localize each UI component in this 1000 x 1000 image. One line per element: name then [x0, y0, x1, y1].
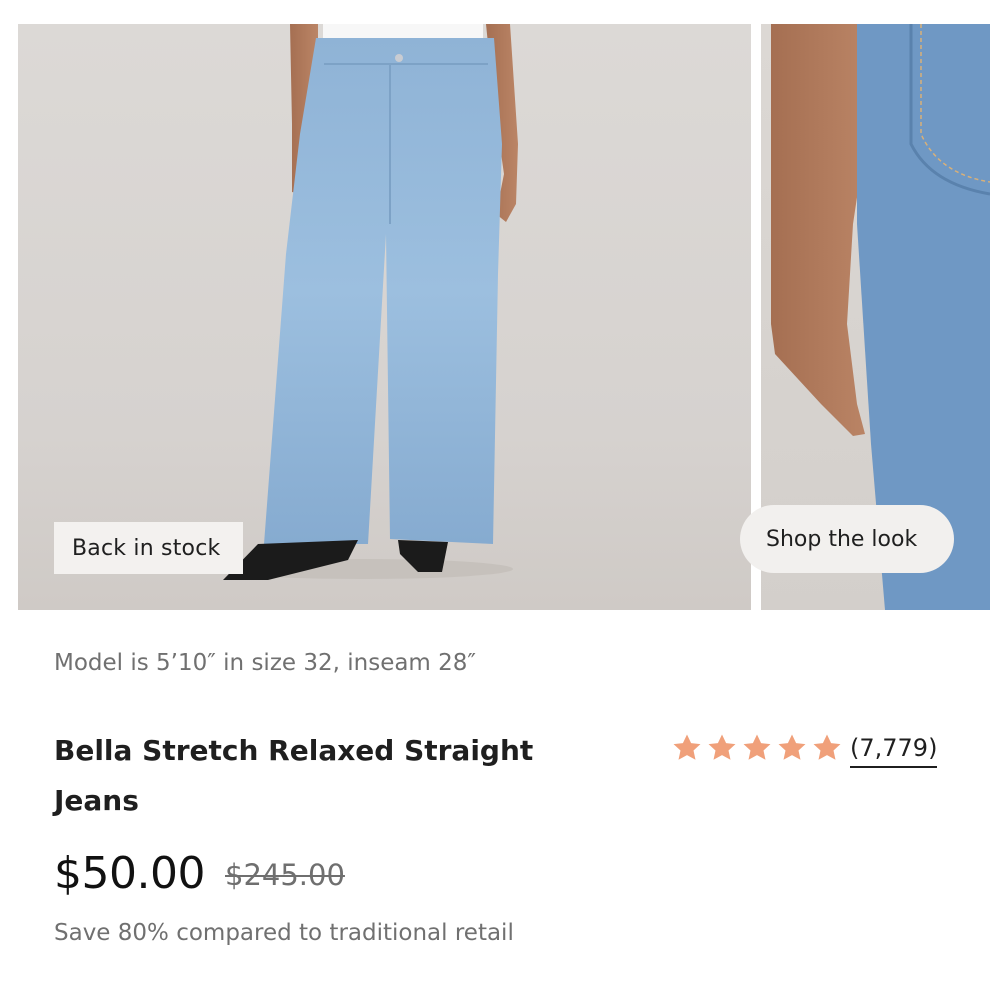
rating-stars	[670, 731, 844, 765]
back-in-stock-badge: Back in stock	[54, 522, 243, 574]
shop-the-look-button[interactable]: Shop the look	[740, 505, 954, 573]
shop-the-look-label: Shop the look	[766, 526, 918, 552]
product-rating[interactable]: (7,779)	[670, 728, 938, 768]
back-in-stock-label: Back in stock	[72, 535, 221, 561]
sale-price: $50.00	[54, 848, 205, 899]
star-icon	[743, 734, 771, 760]
star-icon	[708, 734, 736, 760]
product-title: Bella Stretch Relaxed Straight Jeans	[54, 734, 534, 817]
star-icon	[673, 734, 701, 760]
review-count-link[interactable]: (7,779)	[850, 734, 938, 768]
original-price: $245.00	[225, 858, 345, 892]
star-icon	[778, 734, 806, 760]
product-image-gallery[interactable]: Back in stock Shop the look	[0, 0, 1000, 612]
model-size-note: Model is 5’10″ in size 32, inseam 28″	[54, 650, 477, 676]
star-icon	[813, 734, 841, 760]
savings-note: Save 80% compared to traditional retail	[54, 920, 514, 946]
